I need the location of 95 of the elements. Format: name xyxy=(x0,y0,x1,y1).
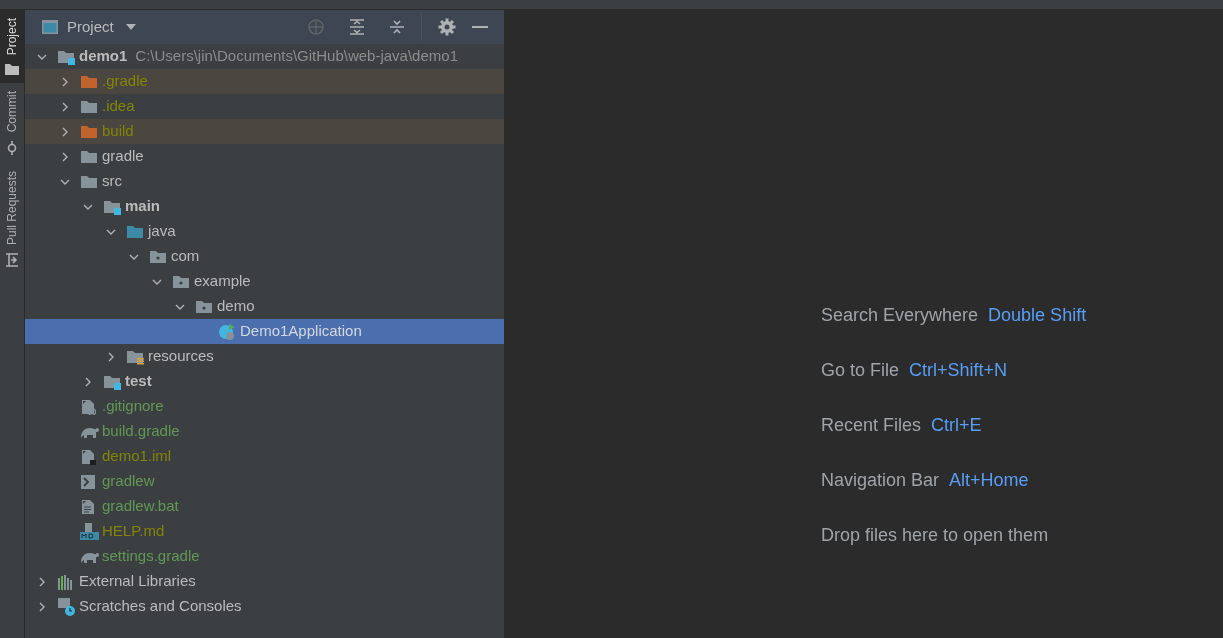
tree-row[interactable]: gradlew xyxy=(25,469,504,494)
hint-label: Navigation Bar xyxy=(821,469,940,492)
scratches-icon xyxy=(57,596,77,617)
tree-label: demo xyxy=(217,296,255,317)
tree-label: build.gradle xyxy=(102,421,180,442)
chevron-right-icon[interactable] xyxy=(83,376,93,387)
hint-label: Recent Files xyxy=(821,414,922,437)
tree-row[interactable]: .idea xyxy=(25,94,504,119)
minimize-icon[interactable] xyxy=(472,25,488,29)
tree-label: resources xyxy=(148,346,214,367)
tree-label: demo1 xyxy=(79,46,128,67)
tree-label: src xyxy=(102,171,122,192)
tree-label: Demo1Application xyxy=(240,321,362,342)
expand-all-icon[interactable] xyxy=(349,19,365,35)
chevron-right-icon[interactable] xyxy=(60,151,70,162)
tree-row[interactable]: Demo1Application xyxy=(25,319,504,344)
tree-label: gradlew xyxy=(102,471,155,492)
tree-row[interactable]: com xyxy=(25,244,504,269)
chevron-right-icon[interactable] xyxy=(37,576,47,587)
tree-label: Scratches and Consoles xyxy=(79,596,242,617)
chevron-right-icon[interactable] xyxy=(106,351,116,362)
file-icon xyxy=(80,398,96,415)
tree-row[interactable]: Scratches and Consoles xyxy=(25,594,504,619)
chevron-right-icon[interactable] xyxy=(37,601,47,612)
libraries-icon xyxy=(57,573,75,590)
side-tab[interactable]: Commit xyxy=(0,83,24,163)
shortcut-text: Double Shift xyxy=(988,304,1087,327)
terminal-icon xyxy=(80,473,96,490)
chevron-right-icon[interactable] xyxy=(60,126,70,137)
file-icon xyxy=(80,448,96,465)
file-icon xyxy=(80,498,96,515)
tree-row[interactable]: gradlew.bat xyxy=(25,494,504,519)
side-tab[interactable]: Pull Requests xyxy=(0,162,24,275)
panel-title-dropdown[interactable]: Project xyxy=(67,15,136,39)
folder-icon xyxy=(80,123,98,140)
pull-request-icon xyxy=(5,252,19,267)
tree-row[interactable]: main xyxy=(25,194,504,219)
chevron-right-icon[interactable] xyxy=(60,76,70,87)
tree-label: test xyxy=(125,371,152,392)
package-folder-icon xyxy=(149,248,167,265)
collapse-all-icon[interactable] xyxy=(389,19,405,35)
path-text: C:\Users\jin\Documents\GitHub\web-java\demo1 xyxy=(135,46,458,67)
tree-label: com xyxy=(171,246,200,267)
markdown-file-icon xyxy=(80,522,100,541)
folder-icon xyxy=(80,173,98,190)
folder-icon xyxy=(5,63,19,76)
caret-icon xyxy=(125,24,136,30)
tree-label: .idea xyxy=(102,96,135,117)
module-folder-icon xyxy=(103,198,121,215)
tree-label: HELP.md xyxy=(102,521,165,542)
tree-label: build xyxy=(102,121,134,142)
tree-row[interactable]: test xyxy=(25,369,504,394)
tree-label: settings.gradle xyxy=(102,546,200,567)
hint-label: Search Everywhere xyxy=(821,304,979,327)
hint-label: Go to File xyxy=(821,359,900,382)
commit-icon xyxy=(5,140,19,155)
folder-icon xyxy=(80,148,98,165)
resources-folder-icon xyxy=(126,348,144,365)
tree-label: External Libraries xyxy=(79,571,196,592)
tree-row[interactable]: example xyxy=(25,269,504,294)
tree-row[interactable]: External Libraries xyxy=(25,569,504,594)
module-folder-icon xyxy=(103,373,121,390)
tree-row[interactable]: settings.gradle xyxy=(25,544,504,569)
folder-icon xyxy=(80,73,98,90)
settings-icon[interactable] xyxy=(438,18,456,36)
window-icon xyxy=(41,19,59,35)
tree-row[interactable]: HELP.md xyxy=(25,519,504,544)
tree-row[interactable]: resources xyxy=(25,344,504,369)
shortcut-text: Ctrl+E xyxy=(931,414,982,437)
tree-row[interactable]: gradle xyxy=(25,144,504,169)
tree-label: gradle xyxy=(102,146,144,167)
tree-label: demo1.iml xyxy=(102,446,172,467)
drop-files-hint: Drop files here to open them xyxy=(821,524,1050,547)
tree-row[interactable]: src xyxy=(25,169,504,194)
chevron-right-icon[interactable] xyxy=(60,101,70,112)
tree-row[interactable]: demo1 C:\Users\jin\Documents\GitHub\web-java\demo1 xyxy=(25,44,504,69)
tree-row[interactable]: .gitignore xyxy=(25,394,504,419)
folder-icon xyxy=(80,98,98,115)
tree-row[interactable]: java xyxy=(25,219,504,244)
tree-row[interactable]: build.gradle xyxy=(25,419,504,444)
shortcut-text: Ctrl+Shift+N xyxy=(909,359,1008,382)
module-folder-icon xyxy=(57,48,75,65)
tree-label: .gradle xyxy=(102,71,148,92)
tree-label: java xyxy=(148,221,176,242)
package-folder-icon xyxy=(172,273,190,290)
tree-label: example xyxy=(194,271,251,292)
tree-label: gradlew.bat xyxy=(102,496,179,517)
package-folder-icon xyxy=(195,298,213,315)
folder-icon xyxy=(126,223,144,240)
tree-row[interactable]: demo1.iml xyxy=(25,444,504,469)
tree-label: main xyxy=(125,196,160,217)
tree-row[interactable]: demo xyxy=(25,294,504,319)
shortcut-text: Alt+Home xyxy=(949,469,1029,492)
tree-label: .gitignore xyxy=(102,396,164,417)
side-tab[interactable]: Project xyxy=(0,10,24,84)
